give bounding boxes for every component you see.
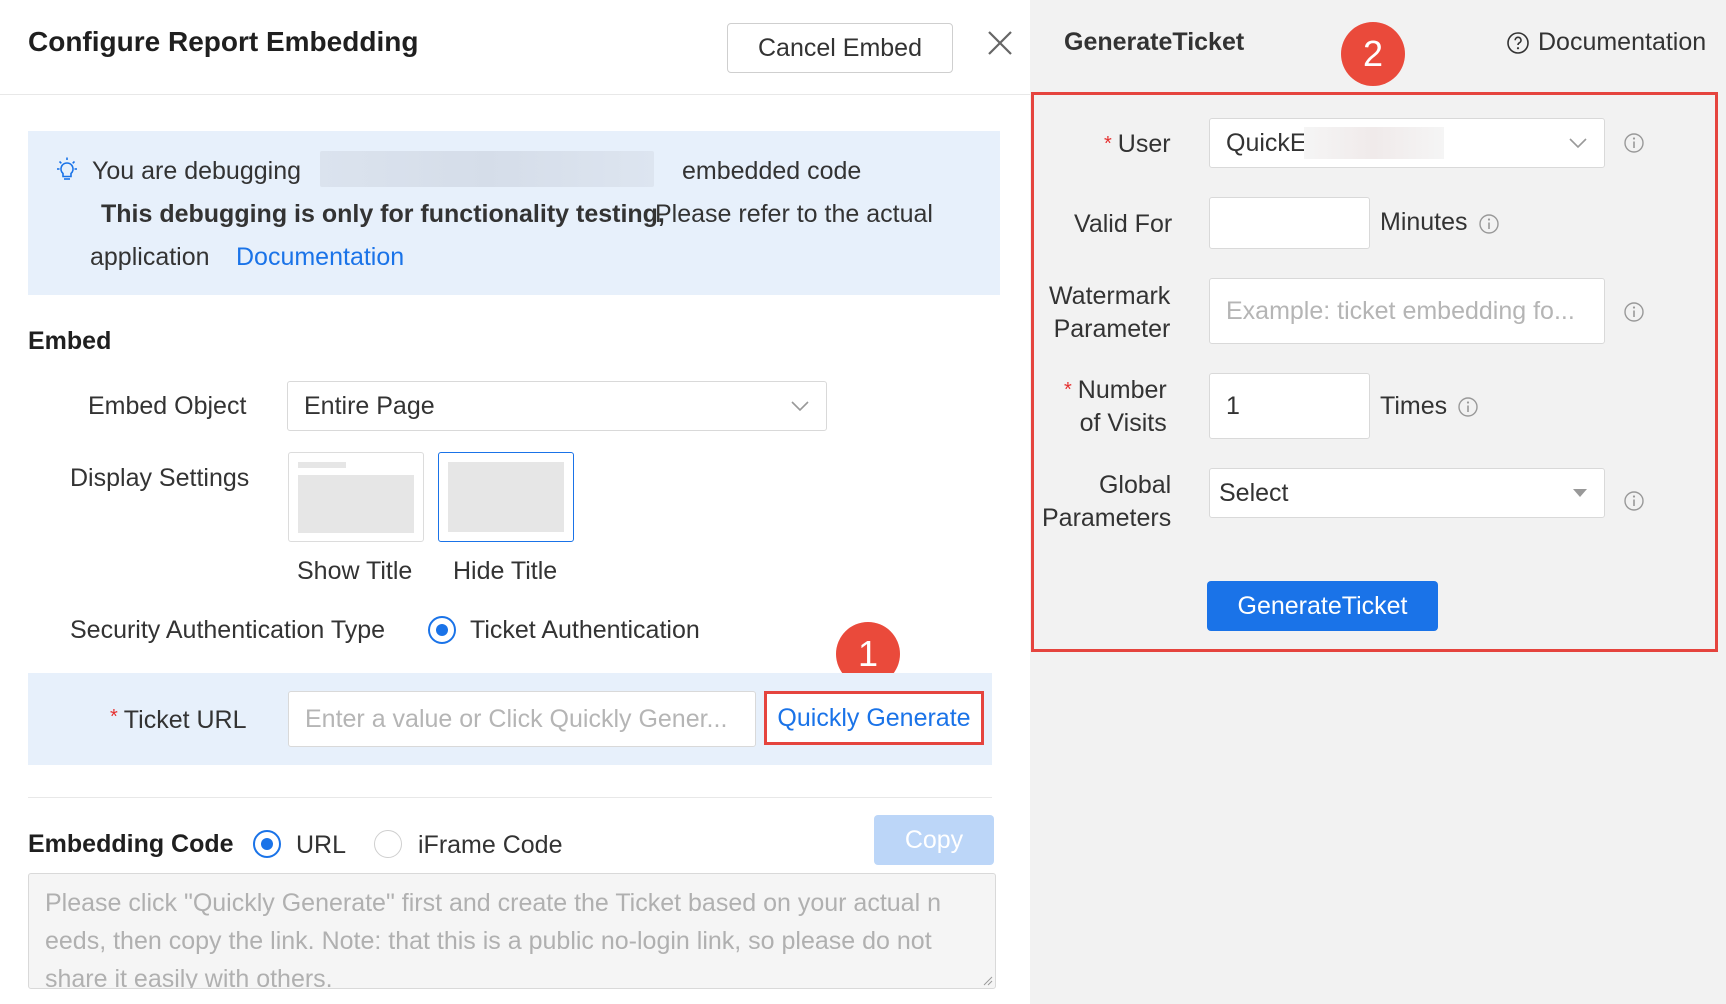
ticket-url-label: * Ticket URL	[110, 706, 247, 735]
iframe-radio[interactable]	[374, 830, 402, 858]
embed-section-title: Embed	[28, 327, 112, 355]
lightbulb-icon	[57, 157, 77, 180]
resize-grip-icon[interactable]	[981, 974, 993, 986]
notice-line3-text: application	[90, 243, 210, 271]
required-marker: *	[110, 706, 118, 728]
code-placeholder: Please click "Quickly Generate" first an…	[45, 889, 941, 989]
panel-documentation-text: Documentation	[1538, 28, 1707, 56]
hide-title-label: Hide Title	[453, 557, 558, 585]
visits-label: * Number of Visits	[1064, 374, 1167, 440]
required-marker: *	[1104, 133, 1112, 155]
watermark-label-line1: Watermark	[1049, 282, 1171, 310]
header-divider	[0, 94, 1030, 95]
copy-button[interactable]: Copy	[874, 815, 994, 865]
show-title-label: Show Title	[297, 557, 413, 585]
times-unit: Times	[1380, 392, 1448, 420]
section-divider	[28, 797, 992, 798]
embedding-code-textarea[interactable]: Please click "Quickly Generate" first an…	[28, 873, 996, 989]
valid-for-input[interactable]	[1209, 197, 1370, 249]
generate-ticket-button[interactable]: GenerateTicket	[1207, 581, 1438, 631]
info-icon[interactable]	[1623, 301, 1645, 323]
step-badge-2: 2	[1341, 22, 1405, 86]
url-radio-label: URL	[296, 831, 347, 859]
embed-object-label: Embed Object	[88, 392, 247, 420]
global-params-label: Global Parameters	[1042, 469, 1171, 535]
watermark-label-line2: Parameter	[1053, 315, 1171, 343]
notice-rest-text: Please refer to the actual	[655, 200, 933, 228]
auth-type-label: Security Authentication Type	[70, 616, 386, 644]
redacted-report-name	[320, 151, 654, 187]
user-select[interactable]: QuickE	[1209, 118, 1605, 168]
ticket-auth-label: Ticket Authentication	[470, 616, 700, 644]
panel-title: GenerateTicket	[1064, 28, 1245, 56]
visits-label-text: Number	[1077, 376, 1167, 404]
user-label: * User	[1104, 128, 1171, 161]
quickly-generate-button[interactable]: Quickly Generate	[764, 691, 984, 745]
thumb-title-bar	[298, 462, 346, 468]
user-value: QuickE	[1226, 128, 1307, 157]
dialog-title: Configure Report Embedding	[28, 26, 419, 57]
notice-suffix: embedded code	[682, 157, 862, 185]
debug-notice: You are debugging embedded code This deb…	[28, 131, 1000, 295]
embed-object-select[interactable]: Entire Page	[287, 381, 827, 431]
notice-prefix: You are debugging	[92, 157, 301, 185]
embed-config-dialog: Configure Report Embedding Cancel Embed …	[0, 0, 1030, 1004]
info-icon[interactable]	[1623, 132, 1645, 154]
display-settings-label: Display Settings	[70, 464, 250, 492]
visits-label-line2: of Visits	[1079, 409, 1167, 437]
embedding-code-title: Embedding Code	[28, 830, 234, 858]
ticket-auth-radio[interactable]	[428, 616, 456, 644]
ticket-url-label-text: Ticket URL	[123, 706, 247, 734]
info-icon[interactable]	[1478, 213, 1500, 235]
chevron-down-icon	[791, 401, 809, 412]
notice-bold-text: This debugging is only for functionality…	[101, 200, 665, 228]
notice-documentation-link[interactable]: Documentation	[236, 243, 404, 272]
watermark-input[interactable]: Example: ticket embedding fo...	[1209, 278, 1605, 344]
ticket-form-highlight	[1031, 92, 1718, 652]
global-params-select[interactable]: Select	[1209, 468, 1605, 518]
question-circle-icon	[1507, 31, 1529, 54]
cancel-embed-button[interactable]: Cancel Embed	[727, 23, 953, 73]
user-label-text: User	[1117, 130, 1171, 158]
show-title-option[interactable]	[288, 452, 424, 542]
redacted-user-name	[1304, 127, 1444, 159]
panel-documentation-link[interactable]: Documentation	[1506, 28, 1706, 57]
visits-label-line1: * Number	[1064, 374, 1167, 407]
chevron-down-icon	[1569, 138, 1587, 149]
ticket-url-input[interactable]: Enter a value or Click Quickly Gener...	[288, 691, 756, 747]
url-radio[interactable]	[253, 830, 281, 858]
global-params-value: Select	[1219, 478, 1289, 507]
visits-input[interactable]: 1	[1209, 373, 1370, 439]
thumb-body	[448, 462, 564, 532]
valid-for-label: Valid For	[1074, 210, 1173, 238]
hide-title-option[interactable]	[438, 452, 574, 542]
required-marker: *	[1064, 379, 1072, 401]
close-icon[interactable]	[985, 28, 1015, 58]
caret-down-icon	[1573, 489, 1587, 497]
iframe-radio-label: iFrame Code	[418, 831, 563, 859]
global-params-label-line2: Parameters	[1042, 504, 1172, 532]
global-params-label-line1: Global	[1098, 471, 1172, 499]
info-icon[interactable]	[1457, 396, 1479, 418]
info-icon[interactable]	[1623, 490, 1645, 512]
embed-object-value: Entire Page	[304, 391, 435, 420]
watermark-label: Watermark Parameter	[1049, 280, 1170, 346]
minutes-unit: Minutes	[1380, 208, 1468, 236]
thumb-body	[298, 475, 414, 533]
